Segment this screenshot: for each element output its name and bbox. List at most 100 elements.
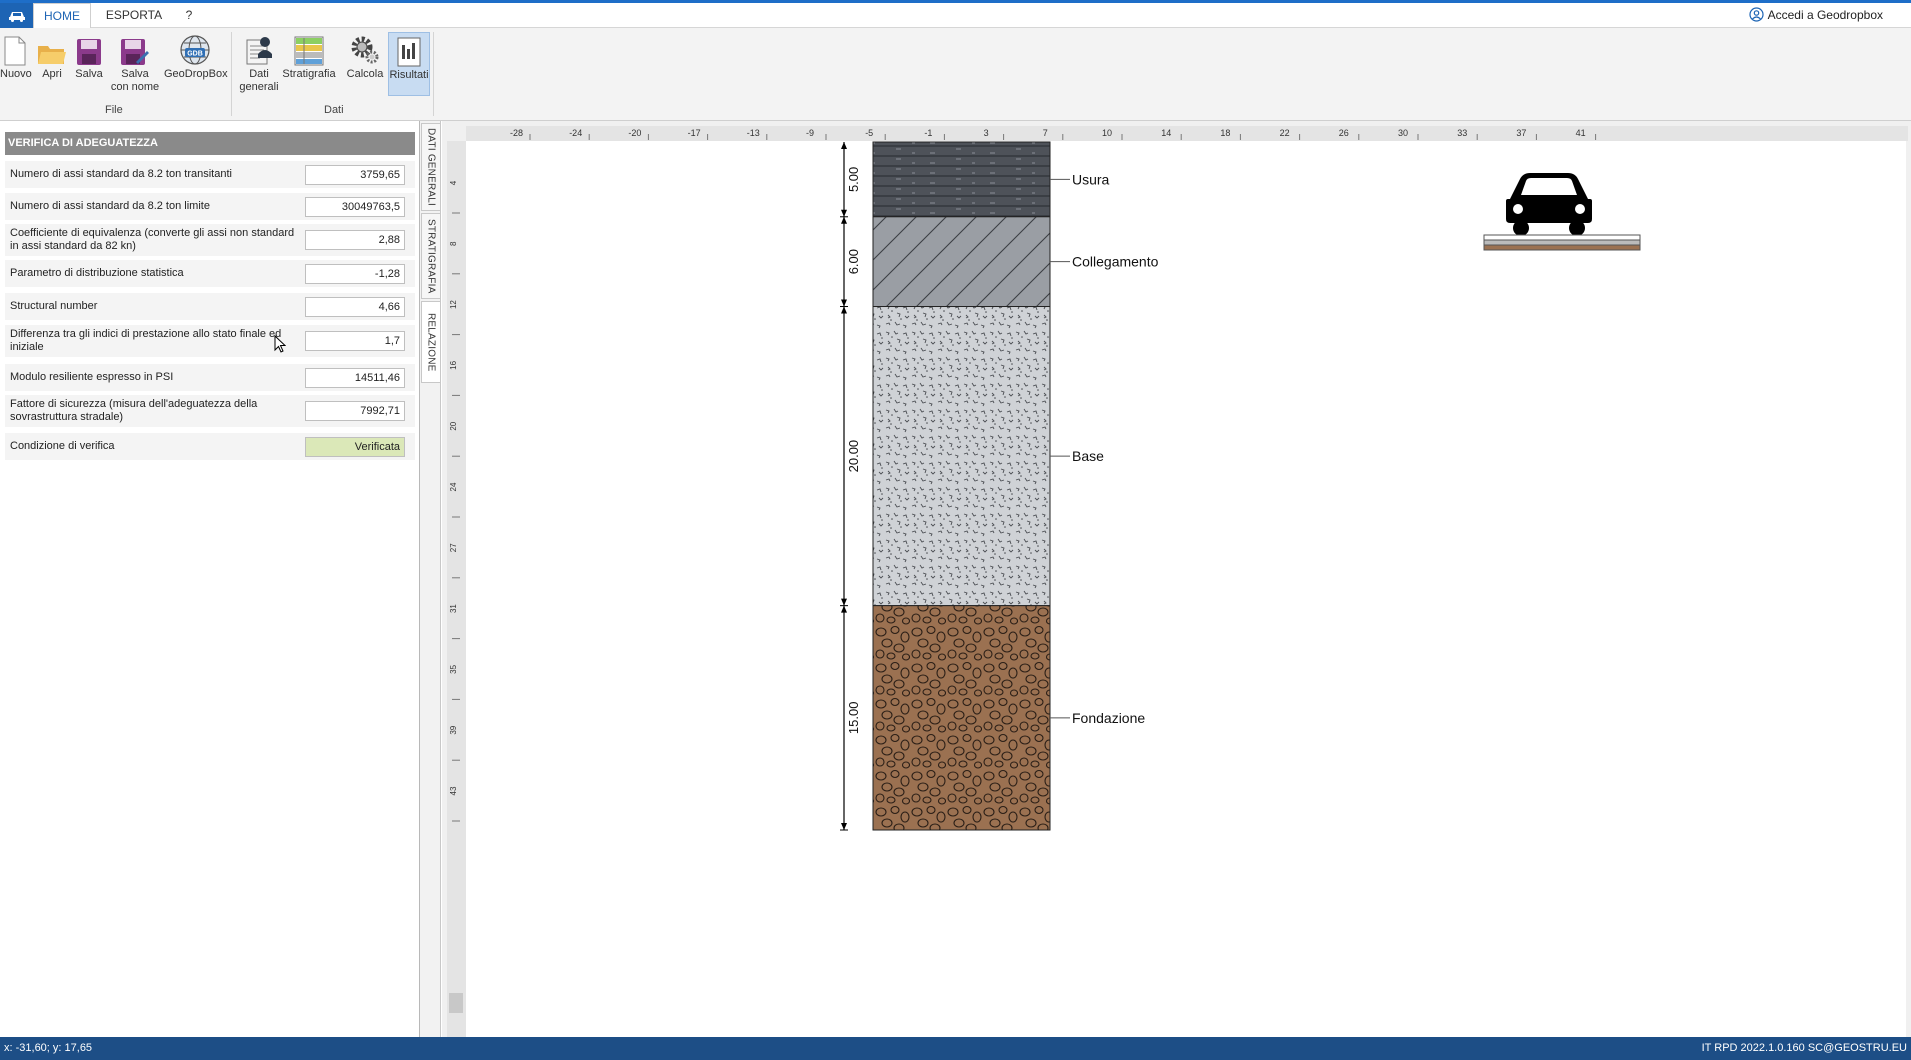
ruler-tick-label: 31 [449, 604, 458, 613]
results-label: Risultati [389, 69, 429, 81]
stratigraphy-button[interactable]: Stratigrafia [282, 32, 336, 96]
property-value[interactable]: 3759,65 [305, 165, 405, 185]
panel-title: VERIFICA DI ADEGUATEZZA [5, 132, 415, 155]
layer-thickness-label: 6.00 [846, 249, 861, 274]
ruler-tick-label: 8 [449, 241, 458, 246]
ruler-tick-label: -20 [628, 128, 641, 138]
open-button[interactable]: Apri [36, 32, 68, 96]
ruler-tick-label: 35 [449, 664, 458, 673]
property-value[interactable]: 1,7 [305, 331, 405, 351]
tab-help[interactable]: ? [178, 3, 200, 28]
property-row: Parametro di distribuzione statistica -1… [5, 260, 415, 287]
ruler-tick-label: -17 [688, 128, 701, 138]
ruler-tick-label: 37 [1516, 128, 1526, 138]
geodropbox-login[interactable]: Accedi a Geodropbox [1748, 7, 1883, 22]
tab-home[interactable]: HOME [33, 3, 91, 29]
property-row: Coefficiente di equivalenza (converte gl… [5, 224, 415, 256]
group-separator [433, 32, 434, 116]
verification-panel: VERIFICA DI ADEGUATEZZA Numero di assi s… [0, 121, 420, 1037]
ruler-tick-label: -24 [569, 128, 582, 138]
property-label: Structural number [10, 300, 98, 312]
ruler-tick-label: -9 [806, 128, 814, 138]
cursor-coordinates: x: -31,60; y: 17,65 [4, 1042, 93, 1054]
group-separator [231, 32, 232, 116]
new-button[interactable]: Nuovo [0, 32, 32, 96]
group-file-label: File [105, 104, 123, 116]
results-button[interactable]: Risultati [388, 32, 430, 96]
ruler-tick-label: -1 [924, 128, 932, 138]
layer-thickness-label: 20.00 [846, 440, 861, 473]
ruler-tick-label: 22 [1280, 128, 1290, 138]
ruler-tick-label: 10 [1102, 128, 1112, 138]
layer-usura [872, 141, 1051, 218]
ruler-tick-label: 33 [1457, 128, 1467, 138]
globe-icon: GDB [180, 35, 210, 65]
layer-thickness-label: 15.00 [846, 702, 861, 735]
app-menu-button[interactable] [0, 3, 33, 28]
vtab-general-data[interactable]: DATI GENERALI [421, 123, 441, 211]
ruler-tick-label: 14 [1161, 128, 1171, 138]
layer-thickness-label: 5.00 [846, 167, 861, 192]
ruler-tick-label: -13 [747, 128, 760, 138]
property-row: Modulo resiliente espresso in PSI 14511,… [5, 364, 415, 391]
vertical-tab-strip: DATI GENERALI STRATIGRAFIA RELAZIONE [420, 121, 441, 1037]
vtab-stratigraphy[interactable]: STRATIGRAFIA [421, 213, 441, 299]
layer-fondazione [872, 605, 1051, 831]
property-value[interactable]: 14511,46 [305, 368, 405, 388]
layer-name-label: Base [1072, 448, 1104, 464]
property-label: Coefficiente di equivalenza (converte gl… [10, 227, 295, 252]
ruler-tick-label: 24 [449, 482, 458, 491]
save-as-label-2: con nome [110, 81, 160, 93]
vtab-report[interactable]: RELAZIONE [421, 301, 441, 383]
general-data-button[interactable]: Dati generali [238, 32, 280, 96]
tab-export[interactable]: ESPORTA [99, 3, 169, 28]
property-row: Numero di assi standard da 8.2 ton limit… [5, 193, 415, 220]
save-button[interactable]: Salva [74, 32, 104, 96]
layer-name-label: Usura [1072, 171, 1110, 187]
geodropbox-label: GeoDropBox [164, 68, 228, 80]
open-label: Apri [42, 68, 62, 80]
canvas-svg: -28 -24 -20 -17 -13 -9 -5 -1 3 7 10 14 18 22 26 30 33 37 4… [447, 126, 1908, 1037]
ruler-tick-label: 20 [449, 421, 458, 430]
calculate-label: Calcola [346, 68, 384, 80]
general-data-label-2: generali [239, 81, 279, 93]
ruler-tick-label: 18 [1220, 128, 1230, 138]
horizontal-ruler [466, 126, 1908, 141]
ruler-tick-label: 7 [1043, 128, 1048, 138]
new-file-icon [4, 36, 26, 66]
verification-status-value[interactable]: Verificata [305, 437, 405, 457]
ruler-tick-label: 41 [1576, 128, 1586, 138]
property-value[interactable]: 4,66 [305, 297, 405, 317]
vertical-ruler-thumb [449, 993, 463, 1013]
property-value[interactable]: 2,88 [305, 230, 405, 250]
mouse-cursor-icon [274, 335, 286, 353]
results-icon [397, 37, 421, 67]
ruler-tick-label: 30 [1398, 128, 1408, 138]
svg-text:GDB: GDB [187, 51, 203, 58]
geodropbox-button[interactable]: GDB GeoDropBox [164, 32, 228, 96]
app-window: HOME ESPORTA ? Accedi a Geodropbox Nuovo… [0, 0, 1911, 1060]
save-as-label-1: Salva [121, 68, 149, 80]
property-label: Fattore di sicurezza (misura dell'adegua… [10, 398, 258, 423]
folder-icon [38, 46, 66, 64]
property-value[interactable]: -1,28 [305, 264, 405, 284]
calculate-button[interactable]: Calcola [344, 32, 386, 96]
property-label: Numero di assi standard da 8.2 ton limit… [10, 200, 210, 212]
save-as-button[interactable]: Salva con nome [108, 32, 162, 96]
user-icon [1748, 7, 1764, 22]
gear-icon [351, 36, 379, 64]
drawing-canvas[interactable]: -28 -24 -20 -17 -13 -9 -5 -1 3 7 10 14 18 22 26 30 33 37 4… [442, 121, 1911, 1037]
vertical-ruler [447, 141, 466, 1037]
layer-collegamento [872, 216, 1051, 308]
ruler-tick-label: -28 [510, 128, 523, 138]
ribbon: Nuovo Apri Salva Salva con nome GDB GeoD… [0, 28, 1911, 121]
property-value[interactable]: 7992,71 [305, 401, 405, 421]
property-row: Condizione di verifica Verificata [5, 433, 415, 460]
property-value[interactable]: 30049763,5 [305, 197, 405, 217]
ruler-tick-label: 12 [449, 300, 458, 309]
property-row: Fattore di sicurezza (misura dell'adegua… [5, 395, 415, 427]
property-row: Structural number 4,66 [5, 293, 415, 320]
property-label: Parametro di distribuzione statistica [10, 267, 184, 279]
ruler-tick-label: 43 [449, 786, 458, 795]
layer-name-label: Collegamento [1072, 254, 1159, 270]
